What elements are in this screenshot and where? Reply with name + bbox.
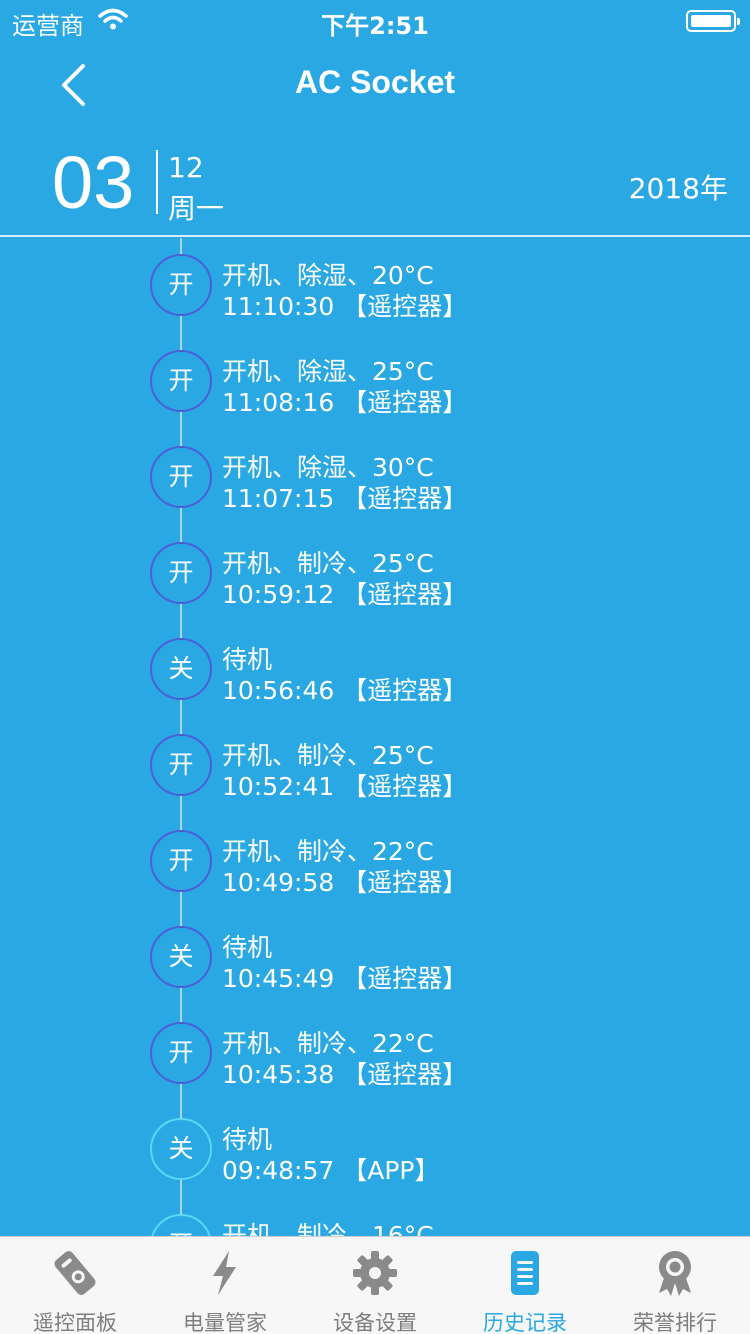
tab-label: 遥控面板: [33, 1311, 117, 1334]
award-icon: [659, 1251, 691, 1296]
history-entry: 开 开机、除湿、20°C 11:10:30 【遥控器】: [0, 238, 750, 334]
history-entry: 开 开机、除湿、25°C 11:08:16 【遥控器】: [0, 334, 750, 430]
status-time: 下午2:51: [321, 12, 429, 40]
entry-time-source: 11:10:30 【遥控器】: [222, 292, 468, 321]
tab-history[interactable]: 历史记录: [450, 1237, 600, 1334]
entry-time-source: 10:49:58 【遥控器】: [222, 868, 468, 897]
history-entry: 关 待机 10:56:46 【遥控器】: [0, 622, 750, 718]
entry-time-source: 10:45:49 【遥控器】: [222, 964, 468, 993]
history-entry: 开 开机、制冷、16°C: [0, 1198, 750, 1236]
tab-label: 荣誉排行: [633, 1311, 717, 1334]
remote-icon: [54, 1251, 96, 1295]
history-entry: 开 开机、除湿、30°C 11:07:15 【遥控器】: [0, 430, 750, 526]
tab-label: 设备设置: [333, 1311, 417, 1334]
date-day: 03: [52, 141, 135, 224]
state-badge: 开: [150, 1022, 212, 1084]
entry-time-source: 11:07:15 【遥控器】: [222, 484, 468, 513]
state-badge: 开: [150, 830, 212, 892]
date-header: 03 12 周一 2018年: [0, 135, 750, 237]
state-badge: 关: [150, 638, 212, 700]
tab-power-manager[interactable]: 电量管家: [150, 1237, 300, 1334]
tab-honor-ranking[interactable]: 荣誉排行: [600, 1237, 750, 1334]
lightning-icon: [213, 1251, 236, 1295]
state-badge: 开: [150, 542, 212, 604]
state-badge: 开: [150, 350, 212, 412]
entry-time-source: 10:52:41 【遥控器】: [222, 772, 468, 801]
nav-bar: AC Socket: [0, 40, 750, 128]
state-badge: 关: [150, 1118, 212, 1180]
state-badge: 开: [150, 1214, 212, 1236]
history-entry: 开 开机、制冷、22°C 10:49:58 【遥控器】: [0, 814, 750, 910]
entry-description: 开机、制冷、16°C: [222, 1221, 434, 1236]
battery-icon: [686, 10, 740, 32]
history-entry: 关 待机 09:48:57 【APP】: [0, 1102, 750, 1198]
history-entry: 开 开机、制冷、25°C 10:52:41 【遥控器】: [0, 718, 750, 814]
page-title: AC Socket: [294, 64, 456, 100]
tab-bar: 遥控面板 电量管家 设备设置 历史记录 荣誉排行: [0, 1236, 750, 1334]
entry-time-source: 09:48:57 【APP】: [222, 1156, 440, 1185]
tab-label: 电量管家: [183, 1311, 267, 1334]
document-icon: [511, 1251, 539, 1295]
history-entry: 开 开机、制冷、22°C 10:45:38 【遥控器】: [0, 1006, 750, 1102]
date-divider: [156, 150, 158, 214]
state-badge: 开: [150, 254, 212, 316]
history-timeline[interactable]: 开 开机、除湿、20°C 11:10:30 【遥控器】 开 开机、除湿、25°C…: [0, 238, 750, 1236]
date-year: 2018年: [628, 172, 728, 205]
history-entry: 关 待机 10:45:49 【遥控器】: [0, 910, 750, 1006]
tab-remote-panel[interactable]: 遥控面板: [0, 1237, 150, 1334]
tab-device-settings[interactable]: 设备设置: [300, 1237, 450, 1334]
state-badge: 开: [150, 446, 212, 508]
entry-time-source: 11:08:16 【遥控器】: [222, 388, 468, 417]
state-badge: 开: [150, 734, 212, 796]
gear-icon: [353, 1251, 397, 1295]
entry-time-source: 10:56:46 【遥控器】: [222, 676, 468, 705]
status-bar: 运营商 下午2:51: [0, 0, 750, 40]
date-month: 12: [168, 151, 204, 184]
history-entry: 开 开机、制冷、25°C 10:59:12 【遥控器】: [0, 526, 750, 622]
tab-label: 历史记录: [483, 1311, 567, 1334]
date-weekday: 周一: [168, 192, 225, 225]
entry-time-source: 10:45:38 【遥控器】: [222, 1060, 468, 1089]
state-badge: 关: [150, 926, 212, 988]
entry-time-source: 10:59:12 【遥控器】: [222, 580, 468, 609]
